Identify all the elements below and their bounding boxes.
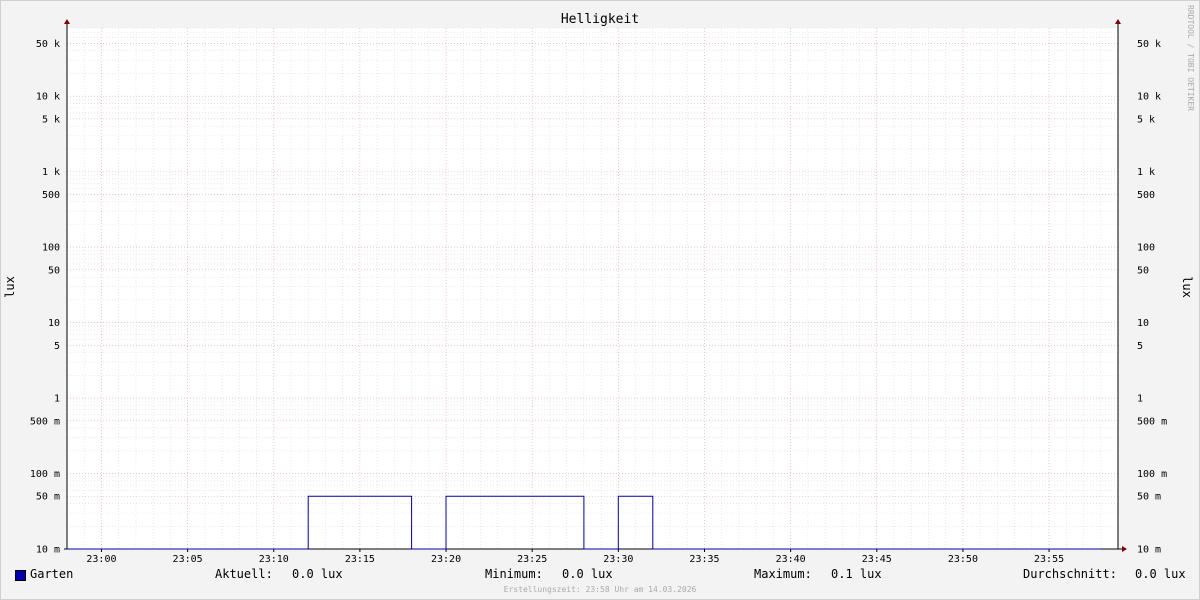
y-tick-label-left: 5 [54,341,60,352]
y-axis-left-arrow [64,19,70,24]
y-axis-label-right: lux [1180,276,1194,298]
legend-avg-label: Durchschnitt: [1023,567,1117,581]
y-tick-label-right: 1 k [1137,167,1155,178]
y-tick-label-left: 10 m [36,545,60,556]
legend-current-value: 0.0 lux [292,567,343,581]
y-tick-label-right: 5 [1137,341,1143,352]
x-tick-label: 23:35 [689,554,719,565]
x-tick-label: 23:00 [86,554,116,565]
y-tick-label-right: 50 m [1137,492,1161,503]
x-axis-arrow [1122,546,1127,552]
y-axis-label-left: lux [3,276,17,298]
legend-avg-value: 0.0 lux [1135,567,1186,581]
y-tick-label-left: 50 m [36,492,60,503]
y-tick-label-right: 100 m [1137,469,1167,480]
y-tick-label-right: 1 [1137,394,1143,405]
legend-swatch-garten [15,570,26,581]
y-tick-label-right: 10 k [1137,92,1161,103]
y-tick-label-left: 1 [54,394,60,405]
y-tick-label-left: 50 k [36,39,60,50]
watermark: RRDTOOL / TOBI OETIKER [1186,5,1195,111]
legend-max-value: 0.1 lux [831,567,882,581]
chart-svg: 23:00 23:05 23:10 23:15 23:20 23:25 23:30 23:35… [3,5,1195,565]
x-tick-label: 23:10 [259,554,289,565]
y-tick-label-right: 50 k [1137,39,1161,50]
legend-series-name: Garten [30,567,74,581]
y-tick-label-left: 100 [42,243,60,254]
x-tick-label: 23:30 [603,554,633,565]
x-tick-label: 23:25 [517,554,547,565]
legend-min-label: Minimum: [485,567,543,581]
legend-min-value: 0.0 lux [562,567,613,581]
y-tick-label-left: 1 k [42,167,60,178]
y-tick-label-left: 5 k [42,114,60,125]
y-axis-right-arrow [1115,19,1121,24]
y-tick-label-left: 10 [48,318,60,329]
y-tick-label-right: 10 [1137,318,1149,329]
y-tick-label-right: 500 m [1137,416,1167,427]
y-tick-label-right: 500 [1137,190,1155,201]
x-tick-label: 23:20 [431,554,461,565]
y-tick-label-left: 10 k [36,92,60,103]
y-tick-label-left: 50 [48,265,60,276]
x-tick-label: 23:55 [1034,554,1064,565]
x-tick-label: 23:15 [345,554,375,565]
y-tick-label-left: 500 m [30,416,60,427]
y-tick-label-right: 5 k [1137,114,1155,125]
legend-max-label: Maximum: [754,567,812,581]
y-tick-label-right: 100 [1137,243,1155,254]
y-tick-label-left: 100 m [30,469,60,480]
chart-title: Helligkeit [561,12,639,27]
y-tick-label-left: 500 [42,190,60,201]
legend-current-label: Aktuell: [215,567,273,581]
x-tick-label: 23:50 [948,554,978,565]
y-tick-label-right: 50 [1137,265,1149,276]
creation-time-footer: Erstellungszeit: 23:58 Uhr am 14.03.2026 [503,585,697,594]
y-tick-label-right: 10 m [1137,545,1161,556]
plot-area [67,28,1118,549]
x-tick-label: 23:05 [173,554,203,565]
x-tick-label: 23:45 [862,554,892,565]
x-tick-label: 23:40 [776,554,806,565]
